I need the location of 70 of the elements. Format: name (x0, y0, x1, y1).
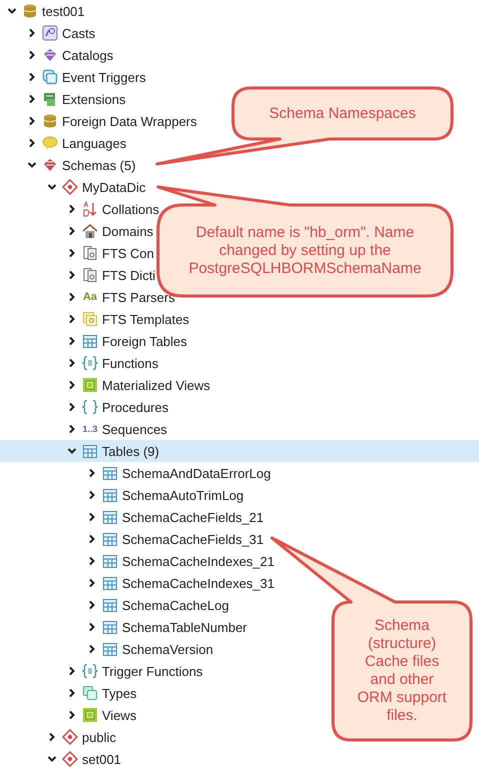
table-icon (82, 333, 98, 349)
tree-label: MyDataDic (82, 180, 146, 194)
tree-label: Collations (102, 202, 160, 216)
tree-label: SchemaCacheIndexes_31 (122, 576, 274, 590)
table-icon (82, 443, 98, 459)
tree-label: Catalogs (62, 48, 114, 62)
schema-icon (62, 751, 78, 767)
sort-icon (82, 201, 98, 217)
casts-icon (42, 25, 58, 41)
table-icon (102, 465, 118, 481)
tree-label: Views (102, 708, 136, 722)
tree-label: SchemaTableNumber (122, 620, 248, 634)
table-icon (102, 509, 118, 525)
tree-label: FTS Con (102, 246, 154, 260)
tree-label: FTS Templates (102, 312, 190, 326)
tree-label: Functions (102, 356, 158, 370)
tree-label: test001 (42, 4, 85, 18)
tree-label: Types (102, 686, 137, 700)
diamonds-icon (42, 157, 58, 173)
tree-label: FTS Dicti (102, 268, 156, 282)
speech-bubble-icon (42, 135, 58, 151)
tree-label: Foreign Data Wrappers (62, 114, 197, 128)
tree-label: SchemaVersion (122, 642, 214, 656)
tree-label: Schemas (5) (62, 158, 136, 172)
tree-label: Event Triggers (62, 70, 146, 84)
sequence-icon: 1..3 (82, 424, 98, 434)
diamonds-icon (42, 47, 58, 63)
documents-icon (82, 267, 98, 283)
tree-label: SchemaAutoTrimLog (122, 488, 244, 502)
tree-label: FTS Parsers (102, 290, 175, 304)
tree-label: Procedures (102, 400, 168, 414)
tree-label: Tables (9) (102, 444, 160, 458)
tree-label: Casts (62, 26, 96, 40)
table-icon (102, 531, 118, 547)
tree-label: Languages (62, 136, 126, 150)
table-icon (102, 553, 118, 569)
extensions-icon (42, 91, 58, 107)
tree-label: Trigger Functions (102, 664, 203, 678)
house-icon (82, 223, 98, 239)
views-icon (82, 377, 98, 393)
database-icon (42, 113, 58, 129)
braces-icon (82, 663, 98, 679)
table-icon (102, 641, 118, 657)
table-icon (102, 487, 118, 503)
tree-label: Materialized Views (102, 378, 210, 392)
tree-label: SchemaCacheFields_31 (122, 532, 264, 546)
template-icon (82, 311, 98, 327)
tree-label: SchemaAndDataErrorLog (122, 466, 271, 480)
tree-label: SchemaCacheLog (122, 598, 229, 612)
tree-label: Sequences (102, 422, 168, 436)
font-icon: Aa (82, 291, 98, 303)
documents-icon (82, 245, 98, 261)
database-icon (22, 3, 38, 19)
windows-icon (42, 69, 58, 85)
braces-icon (82, 399, 98, 415)
tree-label: set001 (82, 752, 122, 766)
schema-icon (62, 179, 78, 195)
tree-label: public (82, 730, 116, 744)
tree-label: Foreign Tables (102, 334, 188, 348)
table-icon (102, 597, 118, 613)
views-icon (82, 707, 98, 723)
tree-label: SchemaCacheIndexes_21 (122, 554, 274, 568)
tree-label: SchemaCacheFields_21 (122, 510, 264, 524)
schema-icon (62, 729, 78, 745)
table-icon (102, 619, 118, 635)
tree-label: Extensions (62, 92, 126, 106)
tree-label: Domains (102, 224, 154, 238)
braces-icon (82, 355, 98, 371)
types-icon (82, 685, 98, 701)
table-icon (102, 575, 118, 591)
